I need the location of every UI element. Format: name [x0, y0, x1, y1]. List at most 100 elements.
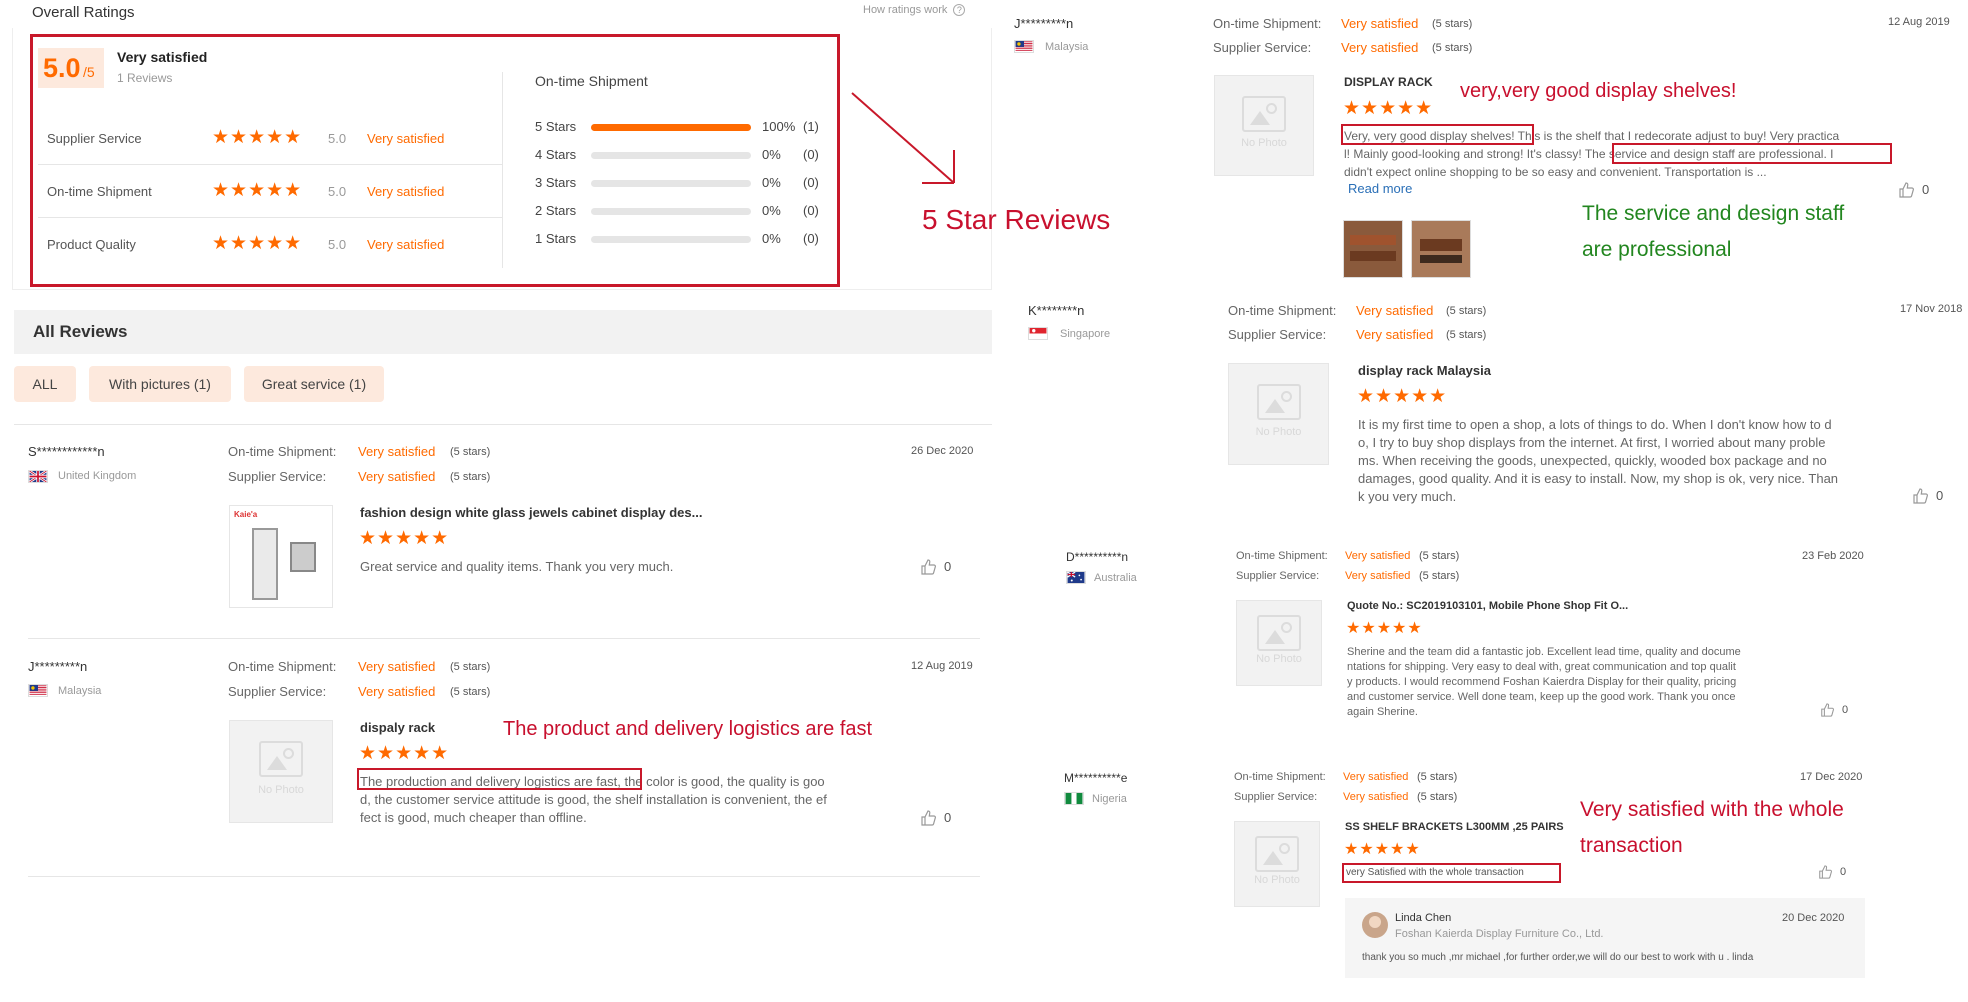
cabinet-illustration [252, 528, 278, 600]
service-verdict: Very satisfied [1341, 40, 1419, 55]
review-stars: ★★★★★ [359, 743, 450, 764]
product-title[interactable]: fashion design white glass jewels cabine… [360, 505, 702, 520]
service-stars-text: (5 stars) [450, 686, 491, 698]
shipment-verdict: Very satisfied [1341, 16, 1419, 31]
filter-all[interactable]: ALL [14, 366, 76, 402]
like-count: 0 [944, 810, 952, 825]
all-reviews-title: All Reviews [33, 322, 128, 341]
how-ratings-work-link[interactable]: How ratings work ? [863, 4, 966, 16]
review-text-line: didn't expect online shopping to be so e… [1344, 165, 1767, 179]
review-text-line: ms. When receiving the goods, unexpected… [1358, 453, 1827, 468]
reviewer-country: Malaysia [1045, 41, 1089, 53]
product-image-placeholder[interactable]: No Photo [1234, 821, 1320, 907]
filter-with-pictures[interactable]: With pictures (1) [89, 366, 231, 402]
annotation-box-professional [1612, 143, 1892, 164]
all-reviews-header [14, 310, 992, 354]
annotation-box-overall [30, 34, 840, 287]
annotation-box-whole-transaction [1342, 863, 1561, 883]
like-button[interactable]: 0 [1818, 865, 1846, 879]
no-photo-label: No Photo [1256, 653, 1302, 666]
annotation-arrow-icon [851, 92, 955, 184]
annotation-line: The service and design staff [1582, 202, 1845, 225]
service-stars-text: (5 stars) [450, 471, 491, 483]
product-title[interactable]: SS SHELF BRACKETS L300MM ,25 PAIRS [1345, 821, 1564, 833]
rack-illustration [1350, 235, 1396, 245]
shipment-label: On-time Shipment: [1234, 771, 1326, 783]
product-title[interactable]: DISPLAY RACK [1344, 75, 1433, 89]
like-button[interactable]: 0 [1820, 703, 1848, 717]
review-photo-thumbnail[interactable] [1343, 220, 1403, 278]
annotation-line: Very satisfied with the whole [1580, 798, 1844, 821]
review-text: Sherine and the team did a fantastic job… [1347, 645, 1741, 720]
rack-illustration [1420, 255, 1462, 263]
review-text-line: fect is good, much cheaper than offline. [360, 810, 587, 825]
thumbs-up-icon [1821, 703, 1834, 717]
review-text-line: again Sherine. [1347, 706, 1418, 718]
product-image-placeholder[interactable]: No Photo [1228, 363, 1329, 465]
thumbs-up-icon [1819, 865, 1832, 879]
annotation-line: are professional [1582, 238, 1732, 261]
like-button[interactable]: 0 [1912, 488, 1943, 504]
annotation-logistics-fast: The product and delivery logistics are f… [503, 718, 873, 740]
service-label: Supplier Service: [1236, 570, 1320, 582]
like-button[interactable]: 0 [920, 810, 951, 826]
review-stars: ★★★★★ [1343, 98, 1434, 119]
review-date: 12 Aug 2019 [1888, 16, 1950, 28]
product-title[interactable]: Quote No.: SC2019103101, Mobile Phone Sh… [1347, 600, 1628, 612]
review-text-line: y products. I would recommend Foshan Kai… [1347, 676, 1737, 688]
filter-great-service[interactable]: Great service (1) [244, 366, 384, 402]
like-count: 0 [1936, 488, 1944, 503]
service-label: Supplier Service: [228, 469, 327, 484]
reply-date: 20 Dec 2020 [1782, 912, 1845, 924]
shipment-verdict: Very satisfied [358, 659, 436, 674]
product-title[interactable]: display rack Malaysia [1358, 363, 1491, 378]
no-photo-label: No Photo [1241, 137, 1287, 150]
service-verdict: Very satisfied [1345, 570, 1411, 582]
review-text: It is my first time to open a shop, a lo… [1358, 416, 1838, 506]
avatar [1362, 912, 1388, 938]
shipment-label: On-time Shipment: [1228, 303, 1337, 318]
review-photo-thumbnail[interactable] [1411, 220, 1471, 278]
service-stars-text: (5 stars) [1446, 329, 1487, 341]
reply-author: Linda Chen [1395, 912, 1452, 924]
like-button[interactable]: 0 [1898, 182, 1929, 198]
flag-uk-icon [28, 470, 48, 483]
review-stars: ★★★★★ [359, 528, 450, 549]
overall-ratings-title: Overall Ratings [32, 4, 135, 21]
reviewer-name: J*********n [1014, 16, 1074, 31]
service-label: Supplier Service: [1234, 791, 1318, 803]
review-date: 12 Aug 2019 [911, 660, 973, 672]
reviewer-country: Malaysia [58, 685, 102, 697]
product-image[interactable]: Kaie'a [229, 505, 333, 608]
thumbs-up-icon [921, 810, 936, 826]
product-title[interactable]: dispaly rack [360, 720, 435, 735]
shipment-verdict: Very satisfied [1343, 771, 1409, 783]
like-count: 0 [1842, 704, 1849, 716]
review-date: 17 Nov 2018 [1900, 303, 1963, 315]
product-image-placeholder[interactable]: No Photo [1236, 600, 1322, 686]
service-label: Supplier Service: [1213, 40, 1312, 55]
divider [28, 638, 980, 639]
flag-singapore-icon [1028, 327, 1048, 340]
shipment-stars-text: (5 stars) [1446, 305, 1487, 317]
shipment-label: On-time Shipment: [1213, 16, 1322, 31]
read-more-link[interactable]: Read more [1348, 181, 1412, 196]
thumbs-up-icon [921, 559, 936, 575]
image-placeholder-icon [1257, 614, 1301, 651]
product-image-placeholder[interactable]: No Photo [1214, 75, 1314, 176]
review-date: 26 Dec 2020 [911, 445, 974, 457]
flag-australia-icon [1066, 571, 1086, 584]
like-count: 0 [1840, 866, 1847, 878]
annotation-box-good-shelves [1341, 124, 1534, 145]
shipment-stars-text: (5 stars) [1417, 771, 1458, 783]
image-placeholder-icon [259, 741, 303, 778]
how-ratings-work-label: How ratings work [863, 4, 948, 16]
review-text-line: ntations for shipping. Very easy to deal… [1347, 661, 1736, 673]
shipment-verdict: Very satisfied [358, 444, 436, 459]
brand-logo: Kaie'a [234, 510, 258, 519]
reviewer-name: D**********n [1066, 550, 1129, 564]
rack-illustration [1420, 239, 1462, 251]
like-button[interactable]: 0 [920, 559, 951, 575]
product-image-placeholder[interactable]: No Photo [229, 720, 333, 823]
no-photo-label: No Photo [1255, 426, 1302, 438]
